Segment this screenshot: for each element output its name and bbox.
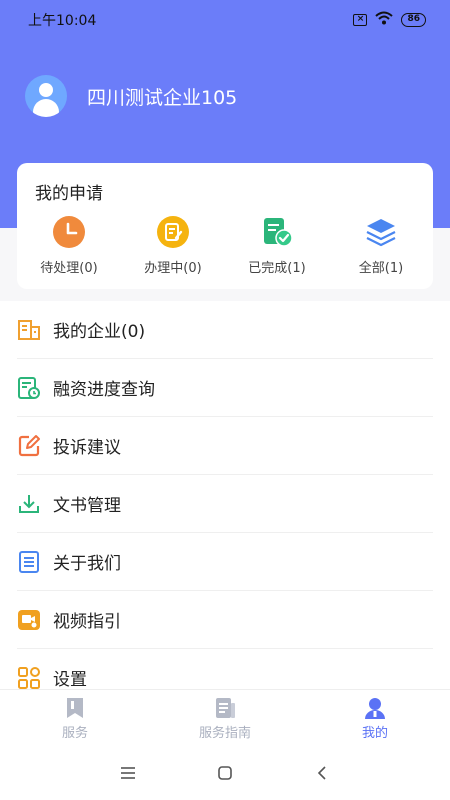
wifi-icon xyxy=(375,11,394,29)
tab-service-label: 服务 xyxy=(61,726,88,741)
menu-item-label: 关于我们 xyxy=(53,554,121,574)
home-icon[interactable] xyxy=(205,753,245,793)
layers-icon xyxy=(364,215,398,249)
menu-item-label: 文书管理 xyxy=(53,496,121,516)
application-completed-label: 已完成(1) xyxy=(248,261,306,276)
status-bar: 上午10:04 × 86 xyxy=(0,0,450,40)
building-icon xyxy=(17,318,41,342)
tab-service-guide[interactable]: 服务指南 xyxy=(150,690,300,745)
application-all[interactable]: 全部(1) xyxy=(329,215,433,276)
menu-item-settings[interactable]: 设置 xyxy=(17,649,433,689)
menu-item-video-guide[interactable]: 视频指引 xyxy=(17,591,433,649)
progress-query-icon xyxy=(17,376,41,400)
document-check-icon xyxy=(260,215,294,249)
battery-icon: 86 xyxy=(401,13,426,27)
back-icon[interactable] xyxy=(302,753,342,793)
company-name: 四川测试企业105 xyxy=(87,86,238,109)
menu-item-about-us[interactable]: 关于我们 xyxy=(17,533,433,591)
document-edit-icon xyxy=(156,215,190,249)
system-nav-bar xyxy=(0,745,450,800)
menu-item-financing-progress[interactable]: 融资进度查询 xyxy=(17,359,433,417)
menu-item-my-enterprise[interactable]: 我的企业(0) xyxy=(17,301,433,359)
clock-icon xyxy=(52,215,86,249)
menu-item-label: 我的企业(0) xyxy=(53,322,146,342)
tab-mine-label: 我的 xyxy=(361,726,388,741)
profile-section[interactable]: 四川测试企业105 xyxy=(25,75,237,117)
menu-item-label: 投诉建议 xyxy=(53,438,121,458)
menu-item-documents[interactable]: 文书管理 xyxy=(17,475,433,533)
application-processing[interactable]: 办理中(0) xyxy=(121,215,225,276)
menu-item-complaints[interactable]: 投诉建议 xyxy=(17,417,433,475)
tab-service-guide-label: 服务指南 xyxy=(198,726,251,741)
application-completed[interactable]: 已完成(1) xyxy=(225,215,329,276)
menu-list: 我的企业(0) 融资进度查询 投诉建议 文书管理 关于我们 视频指引 设置 xyxy=(0,301,450,689)
application-pending-label: 待处理(0) xyxy=(40,261,98,276)
grid-icon xyxy=(17,666,41,690)
menu-item-label: 设置 xyxy=(53,670,87,689)
status-time: 上午10:04 xyxy=(28,13,97,29)
menu-icon[interactable] xyxy=(108,753,148,793)
download-icon xyxy=(17,492,41,516)
menu-item-label: 视频指引 xyxy=(53,612,121,632)
my-applications-card: 我的申请 待处理(0) 办理中(0) 已完成(1) 全部(1) xyxy=(17,163,433,289)
application-processing-label: 办理中(0) xyxy=(144,261,202,276)
tab-service[interactable]: 服务 xyxy=(0,690,150,745)
no-sim-icon: × xyxy=(353,14,368,26)
tab-mine[interactable]: 我的 xyxy=(300,690,450,745)
guide-doc-icon xyxy=(214,696,236,720)
menu-item-label: 融资进度查询 xyxy=(53,380,155,400)
my-applications-title: 我的申请 xyxy=(35,184,103,204)
application-all-label: 全部(1) xyxy=(358,261,404,276)
user-icon xyxy=(364,696,386,720)
bottom-tab-bar: 服务 服务指南 我的 xyxy=(0,689,450,745)
application-pending[interactable]: 待处理(0) xyxy=(17,215,121,276)
video-icon xyxy=(17,608,41,632)
list-doc-icon xyxy=(17,550,41,574)
avatar[interactable] xyxy=(25,75,67,117)
status-icons: × 86 xyxy=(353,11,426,29)
bookmark-icon xyxy=(64,696,86,720)
edit-icon xyxy=(17,434,41,458)
